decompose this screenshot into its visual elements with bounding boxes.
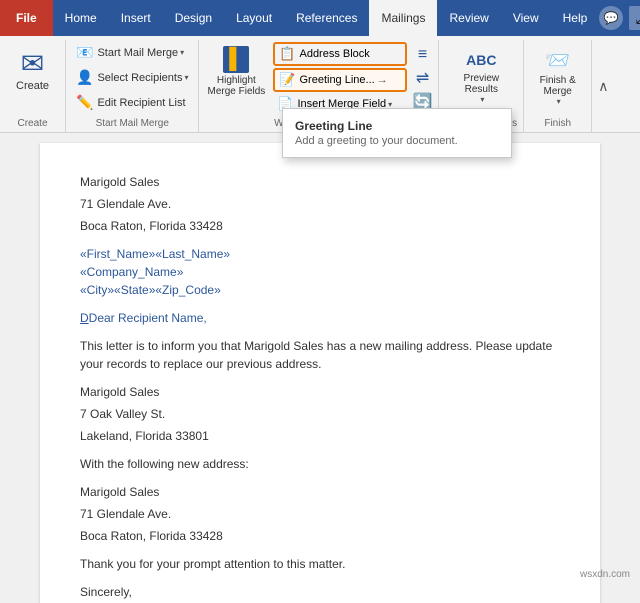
- create-label: Create: [16, 80, 49, 92]
- select-recipients-button[interactable]: 👤 Select Recipients ▾: [72, 67, 192, 88]
- tab-references[interactable]: References: [284, 0, 369, 36]
- tab-layout[interactable]: Layout: [224, 0, 284, 36]
- edit-recipient-icon: ✏️: [76, 94, 93, 111]
- start-mail-merge-icon: 📧: [76, 44, 93, 61]
- finish-merge-button[interactable]: 📨 Finish & Merge ▾: [530, 42, 585, 112]
- edit-recipient-label: Edit Recipient List: [97, 97, 185, 109]
- address-block-label: Address Block: [299, 48, 369, 60]
- preview-caret: ▾: [480, 95, 484, 104]
- merge-fields-block: «First_Name»«Last_Name» «Company_Name» «…: [80, 245, 560, 299]
- greeting-block: DDear Recipient Name,: [80, 309, 560, 327]
- old-company: Marigold Sales: [80, 383, 560, 401]
- finish-merge-label: Finish & Merge: [540, 75, 576, 97]
- dropdown-title: Greeting Line: [295, 119, 499, 133]
- address-block-button[interactable]: 📋 Address Block: [273, 42, 406, 66]
- create-group-label: Create: [6, 116, 59, 132]
- watermark: wsxdn.com: [580, 569, 630, 580]
- greeting-line-label: Greeting Line...: [299, 74, 374, 86]
- sender-city: Boca Raton, Florida 33428: [80, 217, 560, 235]
- new-address-text: With the following new address:: [80, 455, 560, 473]
- old-street: 7 Oak Valley St.: [80, 405, 560, 423]
- new-city: Boca Raton, Florida 33428: [80, 527, 560, 545]
- ribbon-group-create: ✉ Create Create: [0, 40, 66, 132]
- greeting-line-text: DDear Recipient Name,: [80, 309, 560, 327]
- document-page: Marigold Sales 71 Glendale Ave. Boca Rat…: [40, 143, 600, 603]
- sender-company: Marigold Sales: [80, 173, 560, 191]
- tab-mailings[interactable]: Mailings: [369, 0, 437, 36]
- rules-button[interactable]: ≡: [418, 46, 427, 64]
- highlight-icon: ▌: [223, 46, 249, 73]
- thank-you-text: Thank you for your prompt attention to t…: [80, 555, 560, 573]
- tab-review[interactable]: Review: [437, 0, 500, 36]
- new-address-block: Marigold Sales 71 Glendale Ave. Boca Rat…: [80, 483, 560, 545]
- document-area: Marigold Sales 71 Glendale Ave. Boca Rat…: [0, 133, 640, 603]
- body-paragraph-1: This letter is to inform you that Marigo…: [80, 337, 560, 373]
- greeting-text-rest: Dear Recipient Name,: [89, 311, 207, 325]
- collapse-icon: ∧: [598, 78, 608, 95]
- highlight-label: Highlight Merge Fields: [207, 75, 265, 97]
- sender-address: 71 Glendale Ave.: [80, 195, 560, 213]
- tab-file[interactable]: File: [0, 0, 53, 36]
- greeting-D: D: [80, 311, 89, 325]
- new-street: 71 Glendale Ave.: [80, 505, 560, 523]
- finish-icon: 📨: [545, 48, 570, 73]
- sender-block: Marigold Sales 71 Glendale Ave. Boca Rat…: [80, 173, 560, 235]
- ribbon-group-start-mail-merge: 📧 Start Mail Merge ▾ 👤 Select Recipients…: [66, 40, 199, 132]
- highlight-merge-fields-button[interactable]: ▌ Highlight Merge Fields: [203, 42, 269, 101]
- tab-home[interactable]: Home: [53, 0, 109, 36]
- collapse-ribbon-button[interactable]: ∧: [592, 40, 614, 132]
- ribbon-group-finish: 📨 Finish & Merge ▾ Finish: [524, 40, 592, 132]
- preview-results-icon: ABC: [466, 48, 496, 71]
- comment-icon[interactable]: 💬: [599, 6, 623, 30]
- greeting-line-arrow: →: [377, 74, 388, 86]
- ribbon-tabs: File Home Insert Design Layout Reference…: [0, 0, 640, 36]
- old-city: Lakeland, Florida 33801: [80, 427, 560, 445]
- match-fields-button[interactable]: ⇌: [416, 68, 429, 88]
- restore-icon[interactable]: ⤢: [629, 6, 640, 30]
- start-mail-merge-label: Start Mail Merge: [97, 47, 178, 59]
- finish-group-label: Finish: [530, 116, 585, 132]
- thank-you-block: Thank you for your prompt attention to t…: [80, 555, 560, 573]
- select-recipients-caret: ▾: [184, 73, 188, 82]
- select-recipients-label: Select Recipients: [97, 72, 182, 84]
- tab-help[interactable]: Help: [551, 0, 600, 36]
- tab-view[interactable]: View: [501, 0, 551, 36]
- start-mail-merge-caret: ▾: [180, 48, 184, 57]
- new-address-intro: With the following new address:: [80, 455, 560, 473]
- select-recipients-icon: 👤: [76, 69, 93, 86]
- greeting-line-dropdown: Greeting Line Add a greeting to your doc…: [282, 108, 512, 158]
- create-button[interactable]: ✉ Create: [6, 42, 59, 100]
- ribbon-wrapper: File Home Insert Design Layout Reference…: [0, 0, 640, 133]
- address-block-icon: 📋: [279, 46, 295, 62]
- old-address-block: Marigold Sales 7 Oak Valley St. Lakeland…: [80, 383, 560, 445]
- finish-caret: ▾: [557, 97, 561, 106]
- tab-insert[interactable]: Insert: [109, 0, 163, 36]
- greeting-line-button[interactable]: 📝 Greeting Line... →: [273, 68, 406, 92]
- new-company: Marigold Sales: [80, 483, 560, 501]
- merge-name: «First_Name»«Last_Name»: [80, 245, 560, 263]
- edit-recipient-list-button[interactable]: ✏️ Edit Recipient List: [72, 92, 192, 113]
- start-mail-merge-button[interactable]: 📧 Start Mail Merge ▾: [72, 42, 192, 63]
- start-mail-merge-group-label: Start Mail Merge: [72, 116, 192, 132]
- envelope-icon: ✉: [21, 50, 44, 78]
- preview-results-button[interactable]: ABC Preview Results ▾: [454, 42, 509, 110]
- preview-results-label: Preview Results: [464, 73, 500, 95]
- dropdown-description: Add a greeting to your document.: [295, 135, 499, 147]
- body-text-1: This letter is to inform you that Marigo…: [80, 337, 560, 373]
- dropdown-greeting-line-item[interactable]: Greeting Line Add a greeting to your doc…: [283, 113, 511, 153]
- merge-city-state-zip: «City»«State»«Zip_Code»: [80, 281, 560, 299]
- greeting-line-icon: 📝: [279, 72, 295, 88]
- tab-design[interactable]: Design: [163, 0, 224, 36]
- merge-company: «Company_Name»: [80, 263, 560, 281]
